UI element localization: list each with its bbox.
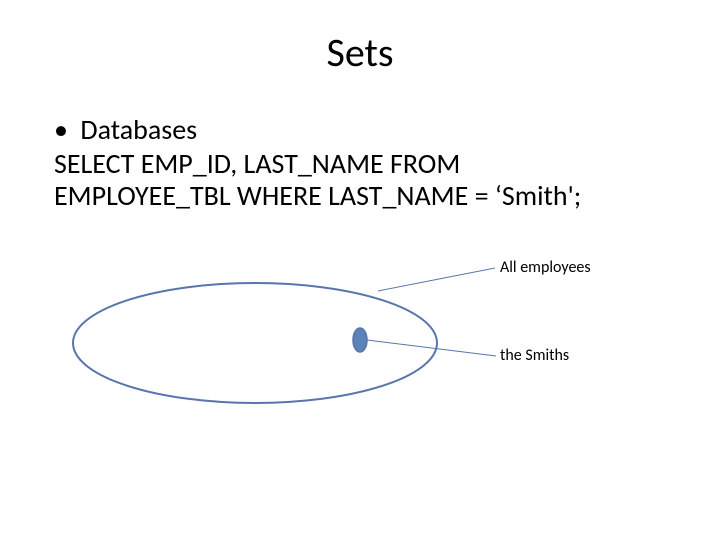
leader-line-inner <box>367 340 496 356</box>
inner-set-label: the Smiths <box>500 346 569 365</box>
slide: Sets • Databases SELECT EMP_ID, LAST_NAM… <box>0 0 720 540</box>
bullet-line: • Databases <box>54 114 674 146</box>
bullet-text: Databases <box>80 112 197 147</box>
bullet-marker: • <box>54 114 74 146</box>
sql-line-2: EMPLOYEE_TBL WHERE LAST_NAME = ‘Smith'; <box>54 180 674 212</box>
slide-body: • Databases SELECT EMP_ID, LAST_NAME FRO… <box>54 114 674 213</box>
venn-svg <box>60 258 680 478</box>
venn-diagram: All employees the Smiths <box>60 258 680 478</box>
slide-title: Sets <box>0 28 720 77</box>
inner-set-ellipse <box>353 328 367 352</box>
outer-set-ellipse <box>73 283 437 403</box>
sql-line-1: SELECT EMP_ID, LAST_NAME FROM <box>54 148 674 180</box>
outer-set-label: All employees <box>500 258 591 277</box>
leader-line-outer <box>378 268 495 291</box>
